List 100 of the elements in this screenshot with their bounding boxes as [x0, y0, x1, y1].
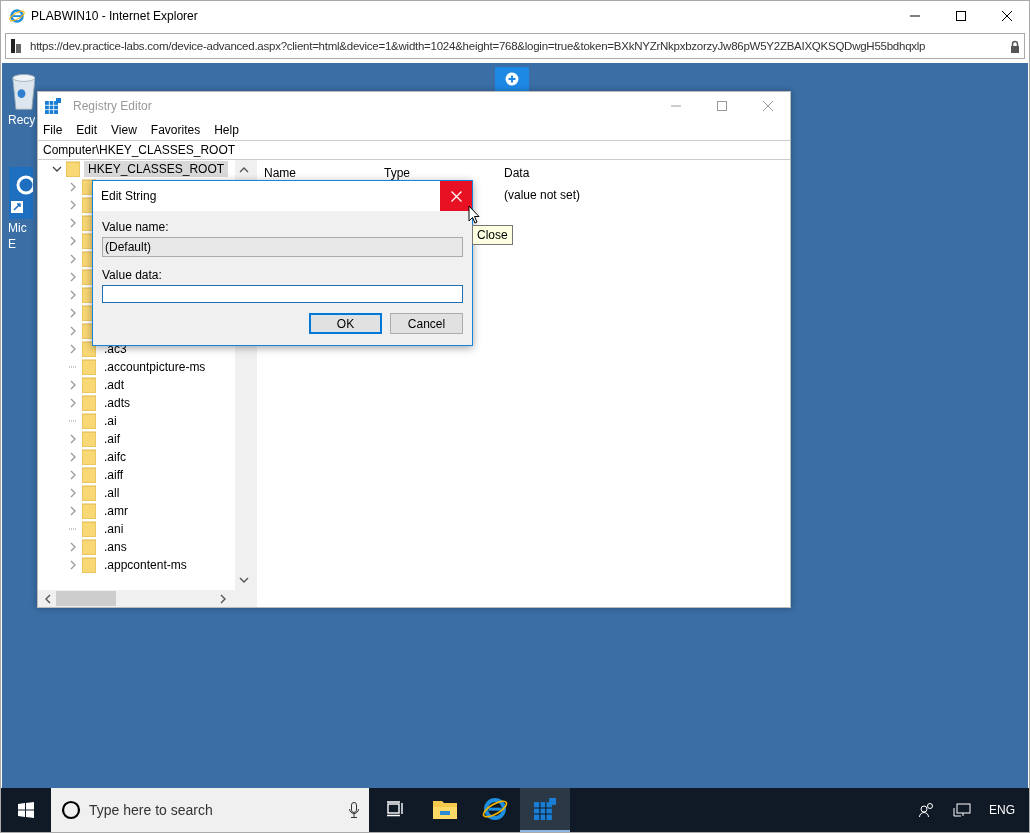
menu-item[interactable]: Edit: [76, 123, 98, 137]
chevron-right-icon[interactable]: [68, 236, 78, 246]
e-logo-icon: [482, 796, 508, 822]
tree-item[interactable]: HKEY_CLASSES_ROOT: [84, 161, 229, 177]
site-logo-icon: [10, 38, 24, 54]
column-header[interactable]: Type: [384, 166, 504, 180]
field-label: Value name:: [102, 220, 170, 234]
address-bar[interactable]: https://dev.practice-labs.com/device-advanced.aspx?client=html&device=1&width=1024&height=768&login=true&token=BXkNYZrNkpxbzorzyJw86pW5Y2ZBAIXQKSQDwgH55bdhqxlp: [5, 33, 1025, 59]
folder-icon: [82, 431, 96, 447]
dialog-button[interactable]: OK: [309, 313, 382, 334]
chevron-right-icon[interactable]: [68, 470, 78, 480]
task-view-icon: [386, 801, 404, 817]
folder-icon: [433, 799, 457, 819]
scroll-up-icon[interactable]: [239, 166, 249, 174]
folder-icon: [82, 467, 96, 483]
taskbar-app-button[interactable]: [520, 788, 570, 832]
folder-icon: [82, 485, 96, 501]
search-field[interactable]: Type here to search: [51, 788, 369, 832]
tree-item[interactable]: .aif: [100, 431, 124, 447]
menu-item[interactable]: File: [43, 123, 63, 137]
search-circle-icon: [61, 800, 81, 820]
tree-item[interactable]: .aiff: [100, 467, 128, 483]
menu-item[interactable]: Help: [214, 123, 239, 137]
window-title: PLABWIN10 - Internet Explorer: [31, 9, 198, 23]
tree-item[interactable]: .all: [100, 485, 124, 501]
value-name-field: (Default): [102, 237, 463, 257]
folder-icon: [82, 413, 96, 429]
folder-icon: [82, 395, 96, 411]
tree-item[interactable]: .adt: [100, 377, 128, 393]
chevron-right-icon[interactable]: [68, 506, 78, 516]
menu-item[interactable]: Favorites: [150, 123, 201, 137]
tree-item[interactable]: .ani: [100, 521, 128, 537]
desktop-icon-label: Mic: [7, 221, 27, 235]
registry-cubes-icon: [45, 98, 61, 114]
chevron-right-icon[interactable]: [68, 560, 78, 570]
column-header[interactable]: Data: [504, 166, 624, 180]
close-icon: [450, 190, 462, 202]
column-header[interactable]: Name: [264, 166, 384, 180]
tooltip: Close: [472, 225, 513, 245]
menu-item[interactable]: View: [111, 123, 137, 137]
chevron-right-icon[interactable]: [68, 452, 78, 462]
chevron-right-icon[interactable]: [68, 344, 78, 354]
folder-icon: [82, 359, 96, 375]
browser-shortcut-icon[interactable]: [9, 167, 33, 219]
chevron-right-icon[interactable]: [68, 434, 78, 444]
folder-icon: [66, 161, 80, 177]
folder-icon: [82, 539, 96, 555]
folder-icon: [82, 341, 96, 357]
network-icon[interactable]: [953, 802, 971, 818]
chevron-right-icon[interactable]: [68, 218, 78, 228]
tree-item[interactable]: .accountpicture-ms: [100, 359, 210, 375]
microphone-icon[interactable]: [349, 802, 359, 818]
people-icon[interactable]: [919, 802, 935, 818]
folder-icon: [82, 449, 96, 465]
dialog-title: Edit String: [101, 189, 157, 203]
e-logo-icon: [9, 8, 25, 24]
chevron-right-icon[interactable]: [68, 326, 78, 336]
close-icon[interactable]: [1001, 10, 1013, 22]
tree-item[interactable]: .adts: [100, 395, 134, 411]
scrollbar-thumb[interactable]: [56, 591, 116, 606]
chevron-right-icon[interactable]: [68, 290, 78, 300]
scroll-right-icon[interactable]: [219, 593, 227, 604]
url-text: https://dev.practice-labs.com/device-advanced.aspx?client=html&device=1&width=1024&height=768&login=true&token=BXkNYZrNkpxbzorzyJw86pW5Y2ZBAIXQKSQDwgH55bdhqxlp: [30, 40, 926, 52]
chevron-right-icon[interactable]: [68, 182, 78, 192]
horizontal-scrollbar[interactable]: [38, 590, 253, 607]
chevron-right-icon[interactable]: [68, 200, 78, 210]
scroll-down-icon[interactable]: [239, 576, 249, 584]
window-title: Registry Editor: [73, 99, 152, 113]
plus-circle-icon: [505, 72, 519, 86]
value-data-field[interactable]: [102, 285, 463, 303]
tree-item[interactable]: .appcontent-ms: [100, 557, 191, 573]
registry-cubes-icon: [534, 798, 556, 820]
chevron-right-icon[interactable]: [68, 254, 78, 264]
table-cell: (value not set): [504, 188, 581, 202]
desktop-icon-label: Recy: [7, 113, 36, 127]
folder-icon: [82, 521, 96, 537]
tree-item[interactable]: .amr: [100, 503, 132, 519]
chevron-right-icon[interactable]: [68, 542, 78, 552]
chevron-right-icon[interactable]: [68, 380, 78, 390]
tree-item[interactable]: .aifc: [100, 449, 130, 465]
chevron-right-icon[interactable]: [68, 308, 78, 318]
close-button[interactable]: [440, 181, 472, 211]
dialog-button[interactable]: Cancel: [390, 313, 463, 334]
tree-item[interactable]: .ai: [100, 413, 121, 429]
maximize-icon[interactable]: [955, 10, 967, 22]
folder-icon: [82, 377, 96, 393]
lock-icon: [1010, 39, 1020, 53]
chevron-down-icon[interactable]: [52, 164, 62, 174]
language-indicator[interactable]: ENG: [989, 803, 1015, 817]
tree-item[interactable]: .ans: [100, 539, 131, 555]
field-label: Value data:: [102, 268, 163, 282]
scroll-left-icon[interactable]: [44, 593, 52, 604]
chevron-right-icon[interactable]: [68, 488, 78, 498]
chevron-right-icon[interactable]: [68, 398, 78, 408]
address-field[interactable]: Computer\HKEY_CLASSES_ROOT: [38, 140, 790, 160]
toolbar-toggle-button[interactable]: [495, 67, 529, 91]
search-placeholder: Type here to search: [89, 802, 213, 818]
folder-icon: [82, 557, 96, 573]
windows-logo-icon: [18, 802, 34, 818]
chevron-right-icon[interactable]: [68, 272, 78, 282]
